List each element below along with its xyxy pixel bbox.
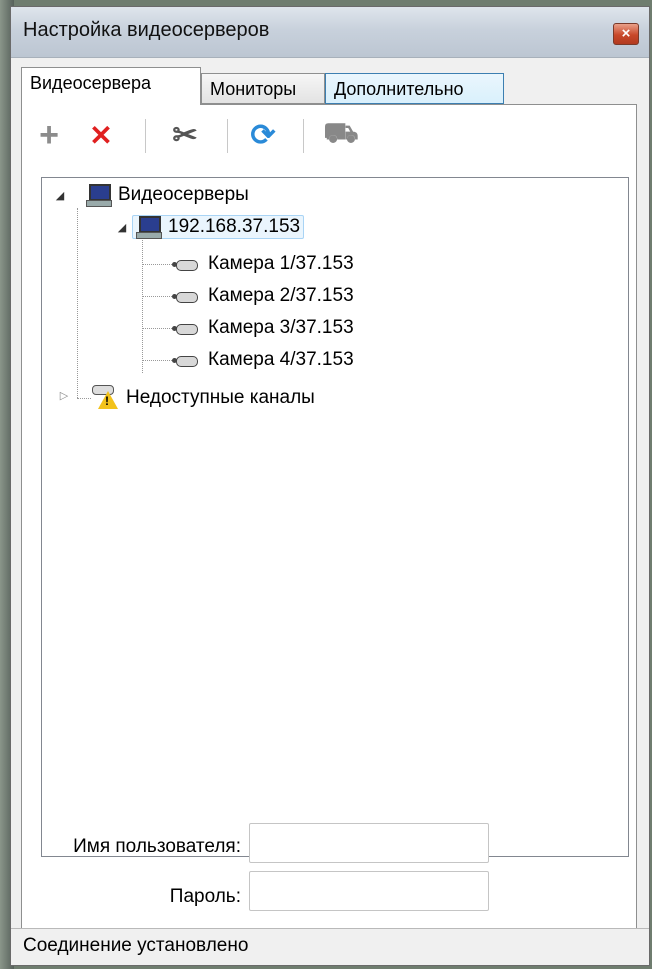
status-text: Соединение установлено <box>23 935 249 956</box>
tab-videoservers[interactable]: Видеосервера <box>21 67 201 105</box>
computer-icon <box>136 216 162 239</box>
toolbar-separator <box>227 119 229 153</box>
tree-connector <box>142 360 172 361</box>
plus-icon: + <box>39 115 59 154</box>
delete-button[interactable]: ✕ <box>83 115 119 155</box>
camera-button[interactable]: ⛟ <box>323 115 359 155</box>
settings-button[interactable]: ✂ <box>167 115 203 155</box>
computer-icon <box>86 184 112 207</box>
refresh-button[interactable]: ⟳ <box>245 115 281 155</box>
window-title: Настройка видеосерверов <box>23 19 270 41</box>
tree-node-label: 192.168.37.153 <box>168 216 301 237</box>
username-field[interactable] <box>249 823 489 863</box>
tree-node-server[interactable]: 192.168.37.153 <box>132 213 305 241</box>
add-button[interactable]: + <box>31 115 67 155</box>
selected-node-highlight: 192.168.37.153 <box>132 215 305 239</box>
tree-node-camera[interactable]: Камера 2/37.153 <box>172 282 354 310</box>
tree-node-camera[interactable]: Камера 4/37.153 <box>172 346 354 374</box>
tree-connector <box>142 238 143 373</box>
tree-connector <box>77 398 91 399</box>
title-bar[interactable]: Настройка видеосерверов × <box>11 7 649 58</box>
toolbar-separator <box>145 119 147 153</box>
tree-node-label: Недоступные каналы <box>126 387 315 408</box>
expand-arrow-icon[interactable]: ▷ <box>58 389 70 402</box>
delete-icon: ✕ <box>89 119 113 151</box>
tree-node-label: Камера 1/37.153 <box>208 253 354 274</box>
tree-connector <box>142 296 172 297</box>
tab-monitors[interactable]: Мониторы <box>201 73 325 104</box>
password-label: Пароль: <box>169 886 241 907</box>
settings-window: Настройка видеосерверов × Видеосервера М… <box>10 6 650 966</box>
camera-icon <box>172 289 200 303</box>
tree-node-unavailable-channels[interactable]: ! Недоступные каналы <box>90 384 315 412</box>
camera-icon <box>172 353 200 367</box>
tree-connector <box>77 208 78 398</box>
camera-icon <box>172 257 200 271</box>
settings-tools-icon: ✂ <box>172 118 198 152</box>
tree-node-label: Камера 4/37.153 <box>208 349 354 370</box>
server-tree[interactable]: ◢ Видеосерверы ◢ 192.168.37.153 Камера 1… <box>41 177 629 857</box>
warning-camera-icon: ! <box>90 385 120 411</box>
username-label: Имя пользователя: <box>73 836 241 857</box>
tree-connector <box>142 328 172 329</box>
tree-node-camera[interactable]: Камера 3/37.153 <box>172 314 354 342</box>
camera-gray-icon: ⛟ <box>323 117 359 148</box>
tree-node-label: Видеосерверы <box>118 184 249 205</box>
collapse-arrow-icon[interactable]: ◢ <box>54 189 66 202</box>
refresh-icon: ⟳ <box>250 118 276 152</box>
collapse-arrow-icon[interactable]: ◢ <box>116 221 128 234</box>
status-bar: Соединение установлено <box>11 928 649 965</box>
tree-node-videoservers[interactable]: Видеосерверы <box>86 181 249 209</box>
tree-node-label: Камера 2/37.153 <box>208 285 354 306</box>
close-button[interactable]: × <box>613 23 639 45</box>
camera-icon <box>172 321 200 335</box>
password-field[interactable] <box>249 871 489 911</box>
tree-node-label: Камера 3/37.153 <box>208 317 354 338</box>
tree-connector <box>142 264 172 265</box>
toolbar-separator <box>303 119 305 153</box>
tab-advanced[interactable]: Дополнительно <box>325 73 504 104</box>
close-icon: × <box>621 25 631 42</box>
tree-node-camera[interactable]: Камера 1/37.153 <box>172 250 354 278</box>
